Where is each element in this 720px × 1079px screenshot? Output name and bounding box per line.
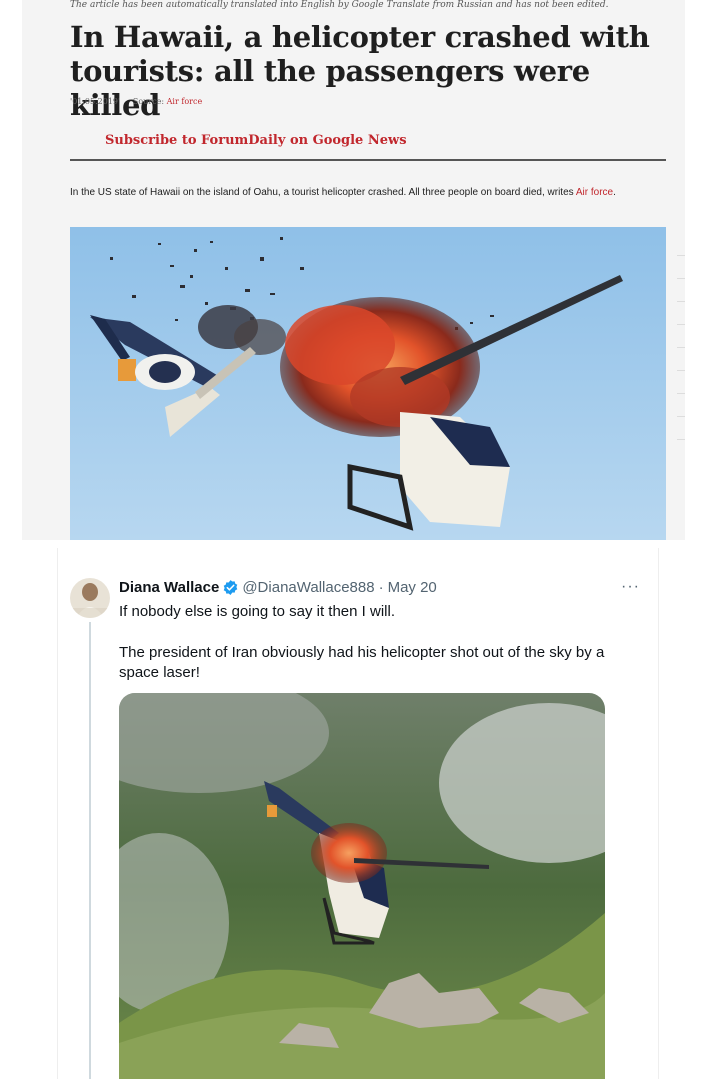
translation-notice: The article has been automatically trans… (70, 0, 609, 10)
article-hero-image (70, 227, 666, 540)
tweet-text-line: If nobody else is going to say it then I… (119, 603, 395, 620)
article-screenshot: The article has been automatically trans… (22, 0, 685, 540)
article-headline: In Hawaii, a helicopter crashed with tou… (70, 20, 650, 122)
lead-source-link[interactable]: Air force (576, 187, 613, 198)
exploding-helicopter-image (70, 227, 666, 540)
display-name[interactable]: Diana Wallace (119, 579, 219, 596)
crashing-helicopter-photo (119, 693, 605, 1079)
tweet-date[interactable]: May 20 (388, 579, 437, 596)
more-options-icon[interactable]: ··· (621, 578, 640, 596)
article-meta: '01.05.2019' Source: Air force (70, 97, 202, 106)
lead-text: In the US state of Hawaii on the island … (70, 187, 574, 198)
tweet-text-line: The president of Iran obviously had his … (119, 644, 605, 681)
subscribe-google-news-link[interactable]: Subscribe to ForumDaily on Google News (105, 133, 407, 148)
avatar-image (70, 578, 110, 618)
tweet-text: If nobody else is going to say it then I… (119, 602, 639, 704)
article-body: The article has been automatically trans… (70, 0, 668, 540)
verified-badge-icon (224, 580, 238, 595)
article-date: '01.05.2019' (70, 97, 121, 106)
page-edge-marks (677, 255, 685, 515)
divider (70, 159, 666, 161)
tweet-card[interactable]: Diana Wallace @DianaWallace888 · May 20 … (57, 548, 659, 1079)
article-lead: In the US state of Hawaii on the island … (70, 185, 666, 201)
avatar[interactable] (70, 578, 110, 618)
lead-end: . (613, 187, 616, 198)
thread-line (89, 622, 91, 1079)
tweet-header: Diana Wallace @DianaWallace888 · May 20 (119, 579, 437, 596)
source-label: Source: (132, 97, 165, 106)
separator-dot: · (378, 579, 384, 596)
source-link[interactable]: Air force (167, 97, 203, 106)
user-handle[interactable]: @DianaWallace888 (242, 579, 374, 596)
tweet-media[interactable] (119, 693, 605, 1079)
